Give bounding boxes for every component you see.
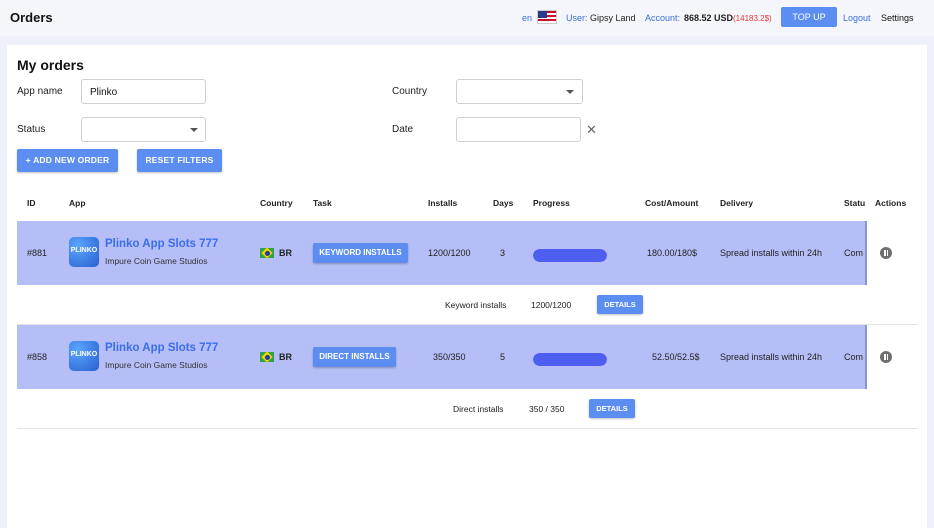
app-developer: Impure Coin Game Studios	[105, 360, 208, 370]
top-bar: Orders en User: Gipsy Land Account: 868.…	[0, 0, 934, 36]
sub-installs: 350 / 350	[529, 404, 565, 414]
table-row[interactable]: #881 PLINKO Plinko App Slots 777 Impure …	[17, 221, 917, 285]
progress-fill	[533, 249, 607, 262]
account-balance: 868.52 USD	[684, 13, 734, 23]
delivery-value: Spread installs within 24h	[720, 248, 823, 258]
status-label: Status	[17, 124, 46, 135]
status-value: Com	[844, 352, 864, 362]
page-title: My orders	[17, 57, 84, 73]
date-input[interactable]	[456, 117, 581, 142]
user-label: User:	[566, 13, 588, 23]
col-task: Task	[313, 198, 332, 208]
col-days: Days	[493, 198, 514, 208]
app-icon: PLINKO	[69, 237, 99, 267]
order-id: #858	[27, 352, 48, 362]
installs-value: 1200/1200	[428, 248, 471, 258]
pause-icon[interactable]	[880, 351, 892, 363]
col-country: Country	[260, 198, 293, 208]
chevron-down-icon	[190, 128, 198, 132]
col-progress: Progress	[533, 198, 570, 208]
sub-task: Direct installs	[453, 404, 504, 414]
app-icon-text: PLINKO	[70, 351, 98, 358]
delivery-value: Spread installs within 24h	[720, 352, 823, 362]
reset-filters-button[interactable]: RESET FILTERS	[137, 149, 222, 172]
close-icon[interactable]: ✕	[586, 122, 597, 138]
col-id: ID	[27, 198, 36, 208]
progress-fill	[533, 353, 607, 366]
table-row[interactable]: #858 PLINKO Plinko App Slots 777 Impure …	[17, 325, 917, 389]
app-developer: Impure Coin Game Studios	[105, 256, 208, 266]
col-cost: Cost/Amount	[645, 198, 699, 208]
col-app: App	[69, 198, 86, 208]
sub-task: Keyword installs	[445, 300, 507, 310]
country-code: BR	[279, 352, 292, 362]
add-new-order-button[interactable]: + ADD NEW ORDER	[17, 149, 118, 172]
app-title: Orders	[10, 10, 53, 25]
row-actions	[865, 221, 917, 285]
pause-icon[interactable]	[880, 247, 892, 259]
br-flag-icon	[260, 351, 274, 363]
task-button[interactable]: DIRECT INSTALLS	[313, 347, 396, 367]
us-flag-icon[interactable]	[537, 10, 557, 24]
user-name: Gipsy Land	[590, 13, 636, 23]
order-details-row: Direct installs 350 / 350 DETAILS	[17, 389, 917, 429]
days-value: 3	[500, 248, 506, 258]
br-flag-icon	[260, 247, 274, 259]
account-negative: (14183.2$)	[733, 14, 772, 23]
row-actions	[865, 325, 917, 389]
country-label: Country	[392, 86, 428, 97]
logout-link[interactable]: Logout	[843, 13, 871, 23]
settings-link[interactable]: Settings	[881, 13, 914, 23]
details-button[interactable]: DETAILS	[597, 295, 643, 314]
col-delivery: Delivery	[720, 198, 754, 208]
col-actions: Actions	[875, 198, 907, 208]
app-name-link[interactable]: Plinko App Slots 777	[105, 342, 218, 354]
country-select[interactable]	[456, 79, 583, 104]
order-id: #881	[27, 248, 48, 258]
cost-value: 52.50/52.5$	[652, 352, 700, 362]
cost-value: 180.00/180$	[647, 248, 698, 258]
date-label: Date	[392, 124, 414, 135]
progress-bar	[533, 353, 607, 366]
top-up-button[interactable]: TOP UP	[781, 7, 837, 27]
task-button[interactable]: KEYWORD INSTALLS	[313, 243, 408, 263]
installs-value: 350/350	[433, 352, 466, 362]
country-code: BR	[279, 248, 292, 258]
orders-card: My orders App name Plinko Country Status…	[7, 45, 927, 528]
app-name-input[interactable]: Plinko	[81, 79, 206, 104]
details-button[interactable]: DETAILS	[589, 399, 635, 418]
table-header: ID App Country Task Installs Days Progre…	[17, 184, 917, 220]
chevron-down-icon	[566, 90, 574, 94]
order-details-row: Keyword installs 1200/1200 DETAILS	[17, 285, 917, 325]
app-icon: PLINKO	[69, 341, 99, 371]
app-icon-text: PLINKO	[70, 247, 98, 254]
language-selector[interactable]: en	[522, 13, 532, 23]
app-name-link[interactable]: Plinko App Slots 777	[105, 238, 218, 250]
days-value: 5	[500, 352, 506, 362]
account-label: Account:	[645, 13, 681, 23]
status-select[interactable]	[81, 117, 206, 142]
status-value: Com	[844, 248, 864, 258]
col-installs: Installs	[428, 198, 458, 208]
sub-installs: 1200/1200	[531, 300, 572, 310]
progress-bar	[533, 249, 607, 262]
col-status: Statu	[844, 198, 866, 208]
app-name-label: App name	[17, 86, 63, 97]
